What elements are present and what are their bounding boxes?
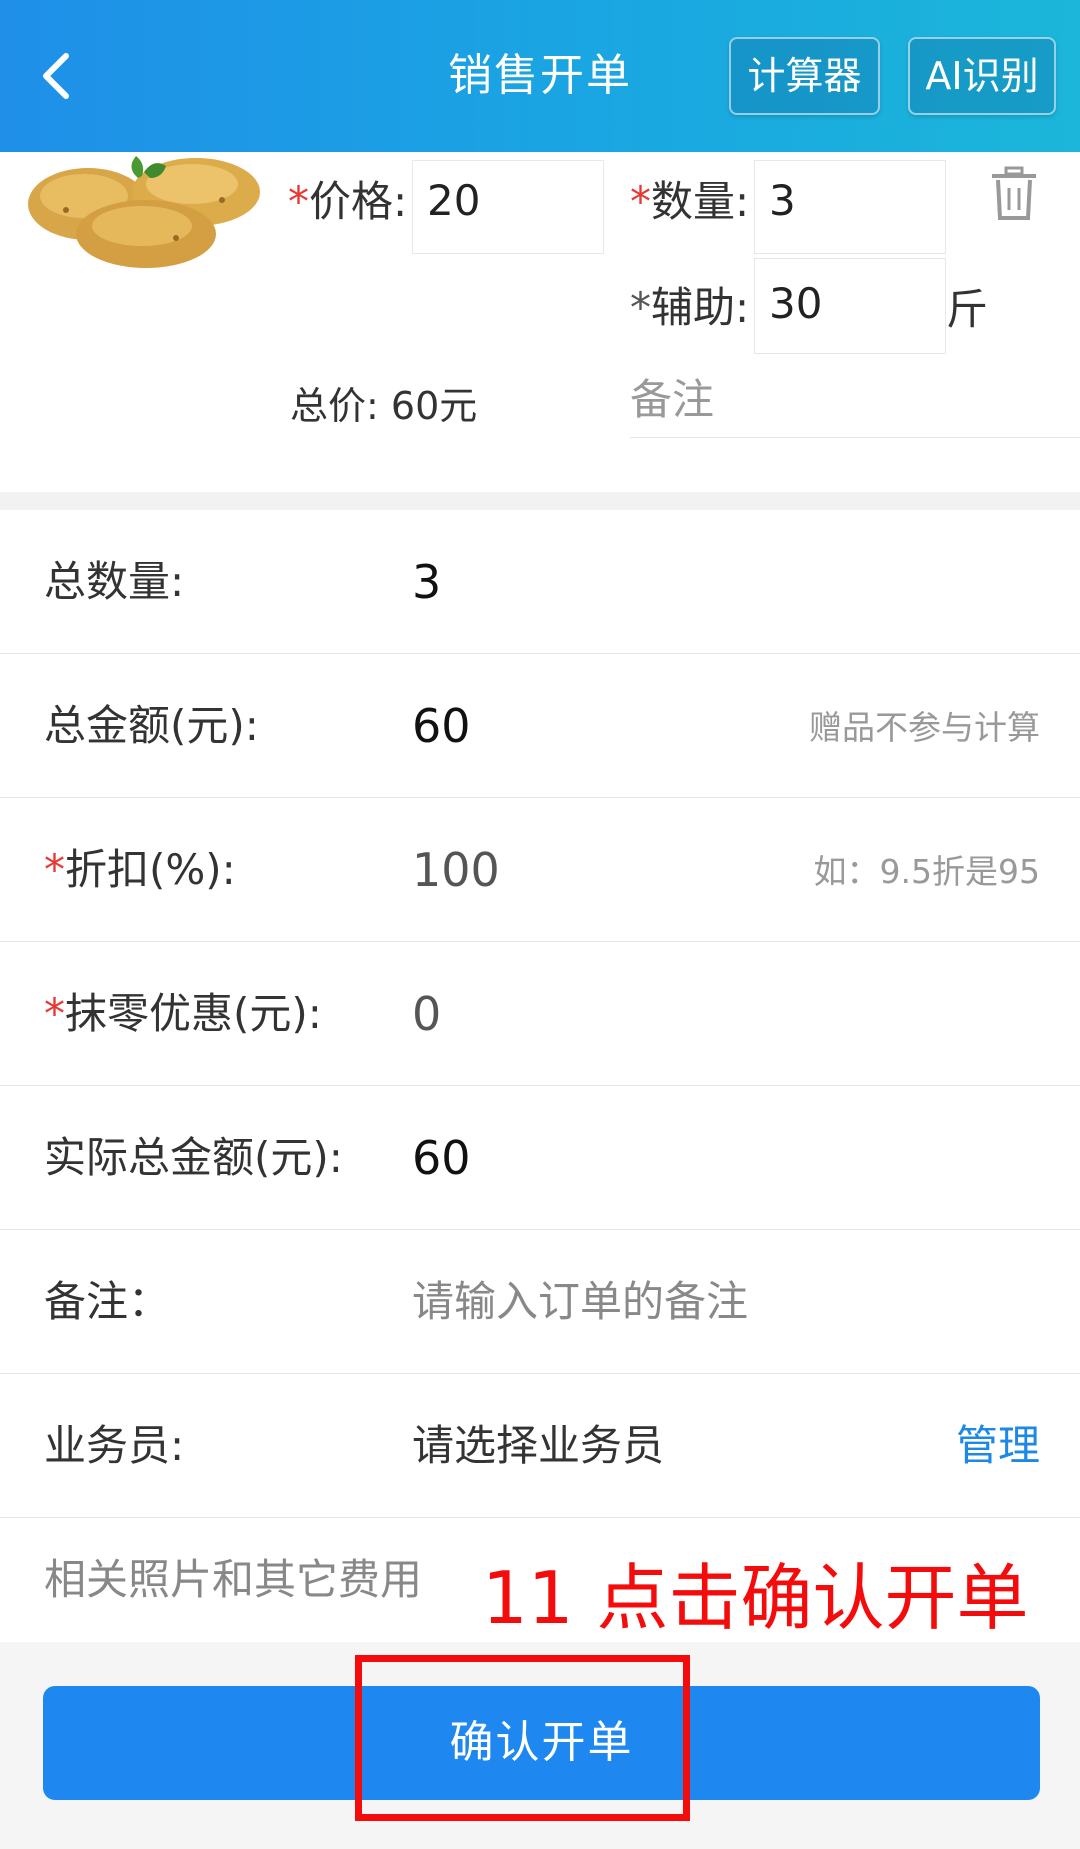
- annotation-highlight-box: [355, 1655, 690, 1821]
- discount-hint: 如：9.5折是95: [813, 852, 1040, 891]
- actual-total-row: 实际总金额(元): 60: [0, 1086, 1080, 1230]
- discount-row: *折扣(%): 100 如：9.5折是95: [0, 798, 1080, 942]
- actual-total-label: 实际总金额(元):: [44, 1133, 343, 1182]
- total-quantity-label: 总数量:: [44, 557, 185, 606]
- ai-recognize-button[interactable]: AI识别: [908, 37, 1056, 115]
- rounding-input[interactable]: 0: [412, 982, 441, 1046]
- total-quantity-row: 总数量: 3: [0, 510, 1080, 654]
- total-amount-value: 60: [412, 699, 471, 753]
- product-card: *价格: 20 *数量: 3 *辅助: 30 斤 总价: 60元 备注: [0, 152, 1080, 492]
- manage-link[interactable]: 管理: [956, 1414, 1040, 1478]
- total-amount-row: 总金额(元): 60 赠品不参与计算: [0, 654, 1080, 798]
- aux-unit: 斤: [946, 285, 989, 334]
- line-total: 总价: 60元: [290, 384, 478, 428]
- salesman-label: 业务员:: [44, 1421, 185, 1470]
- rounding-row: *抹零优惠(元): 0: [0, 942, 1080, 1086]
- gift-hint: 赠品不参与计算: [809, 708, 1040, 747]
- price-input[interactable]: 20: [412, 160, 604, 254]
- product-note-input[interactable]: 备注: [630, 370, 1080, 438]
- rounding-label: *抹零优惠(元):: [44, 989, 322, 1038]
- product-image: [26, 152, 266, 272]
- price-label: *价格:: [288, 177, 408, 226]
- total-quantity-value: 3: [412, 555, 442, 609]
- section-divider: [0, 492, 1080, 510]
- page-title: 销售开单: [448, 50, 632, 101]
- salesman-row: 业务员: 请选择业务员 管理: [0, 1374, 1080, 1518]
- order-note-label: 备注：: [44, 1277, 171, 1326]
- back-icon[interactable]: [30, 44, 90, 108]
- actual-total-value: 60: [412, 1131, 471, 1185]
- discount-label: *折扣(%):: [44, 845, 236, 894]
- aux-label: *辅助:: [630, 283, 750, 332]
- photos-fees-label[interactable]: 相关照片和其它费用: [44, 1548, 422, 1612]
- trash-icon[interactable]: [988, 166, 1040, 222]
- salesman-select[interactable]: 请选择业务员: [412, 1414, 664, 1478]
- tutorial-annotation: 11 点击确认开单: [482, 1556, 1029, 1640]
- quantity-label: *数量:: [630, 177, 750, 226]
- calculator-button[interactable]: 计算器: [729, 37, 880, 115]
- header-bar: 销售开单 计算器 AI识别: [0, 0, 1080, 152]
- quantity-input[interactable]: 3: [754, 160, 946, 254]
- total-amount-label: 总金额(元):: [44, 701, 259, 750]
- order-note-input[interactable]: 请输入订单的备注: [412, 1270, 748, 1334]
- discount-input[interactable]: 100: [412, 838, 500, 902]
- sales-order-page: 销售开单 计算器 AI识别 *价格: 20 *数量: 3 *辅助: 30 斤 总…: [0, 0, 1080, 1849]
- aux-input[interactable]: 30: [754, 258, 946, 354]
- order-note-row: 备注： 请输入订单的备注: [0, 1230, 1080, 1374]
